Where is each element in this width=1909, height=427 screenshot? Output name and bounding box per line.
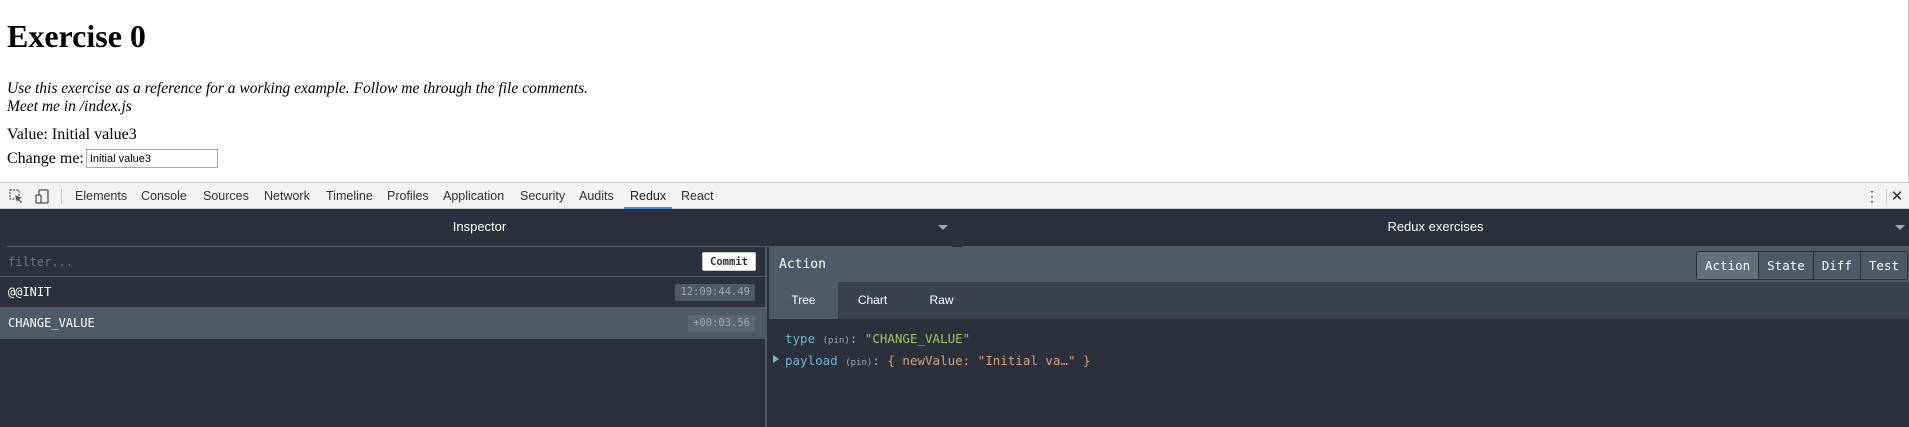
tab-diff[interactable]: Diff [1812,252,1860,279]
pin-toggle[interactable]: (pin) [845,358,872,368]
filter-input[interactable] [8,254,408,270]
commit-button[interactable]: Commit [702,252,756,271]
device-toolbar-icon[interactable] [33,187,51,205]
tab-raw[interactable]: Raw [907,282,976,319]
tab-application[interactable]: Application [443,183,504,209]
page-title: Exercise 0 [7,18,146,54]
tree-key: payload [785,353,838,368]
tab-state[interactable]: State [1758,252,1813,279]
toolbar-divider [61,189,62,204]
action-timestamp: +00:03.56 [688,315,755,332]
action-name: CHANGE_VALUE [8,316,95,330]
pin-toggle[interactable]: (pin) [823,336,850,346]
chevron-down-icon [1895,225,1905,230]
monitor-bar: Inspector Redux exercises [0,209,1909,247]
tab-elements[interactable]: Elements [75,183,127,209]
tab-chart[interactable]: Chart [838,282,907,319]
tab-timeline[interactable]: Timeline [326,183,373,209]
action-name: @@INIT [8,285,52,299]
devtools-panel: Elements Console Sources Network Timelin… [0,182,1909,427]
monitor-select-exercises[interactable]: Redux exercises [962,209,1909,247]
tab-console[interactable]: Console [141,183,187,209]
tab-tree[interactable]: Tree [769,282,838,319]
action-tree: type (pin): "CHANGE_VALUE" payload (pin)… [769,319,1909,427]
action-list-item-selected[interactable]: CHANGE_VALUE +00:03.56 [0,308,765,339]
tab-action[interactable]: Action [1696,252,1759,279]
more-options-icon[interactable]: ⋮ [1865,187,1879,205]
tree-node-payload[interactable]: payload (pin): { newValue: "Initial va…"… [785,353,1091,368]
change-row: Change me: [7,149,218,168]
intro-text: Use this exercise as a reference for a w… [7,80,588,97]
detail-header: Action Action State Diff Test [769,247,1909,282]
change-input[interactable] [85,149,218,168]
detail-title: Action [779,257,826,272]
page-content: Exercise 0 Use this exercise as a refere… [0,0,1909,182]
tab-redux[interactable]: Redux [624,183,673,209]
tab-react[interactable]: React [681,183,714,209]
mode-tabs: Action State Diff Test [1695,251,1908,280]
expand-arrow-icon[interactable] [773,355,779,363]
redux-devtools: Inspector Redux exercises Commit @@INIT … [0,209,1909,427]
tab-test[interactable]: Test [1859,252,1907,279]
tab-network[interactable]: Network [264,183,310,209]
tab-profiles[interactable]: Profiles [387,183,429,209]
change-label: Change me: [7,149,84,167]
action-list-pane: Commit @@INIT 12:09:44.49 CHANGE_VALUE +… [0,247,767,427]
tab-security[interactable]: Security [520,183,565,209]
tab-audits[interactable]: Audits [579,183,614,209]
intro-file-hint: Meet me in /index.js [7,98,132,115]
action-list-item[interactable]: @@INIT 12:09:44.49 [0,277,765,308]
inspect-element-icon[interactable] [7,187,25,205]
tree-key: type [785,331,816,346]
monitor-select-inspector[interactable]: Inspector [7,209,952,247]
tab-sources[interactable]: Sources [203,183,249,209]
view-tabs: Tree Chart Raw [769,282,976,319]
devtools-tabbar: Elements Console Sources Network Timelin… [0,182,1909,209]
value-display: Value: Initial value3 [7,126,137,143]
toolbar-divider [1886,189,1887,204]
filter-row: Commit [0,247,765,277]
close-icon[interactable]: ✕ [1889,187,1905,205]
tree-value: "CHANGE_VALUE" [864,331,971,346]
tree-value: { newValue: "Initial va…" } [887,353,1091,368]
monitor-label: Redux exercises [1387,219,1484,234]
monitor-label: Inspector [452,219,507,234]
chevron-down-icon [938,225,948,230]
tree-node-type: type (pin): "CHANGE_VALUE" [785,331,971,346]
action-detail-pane: Action Action State Diff Test Tree Chart… [769,247,1909,427]
action-timestamp: 12:09:44.49 [675,284,755,301]
